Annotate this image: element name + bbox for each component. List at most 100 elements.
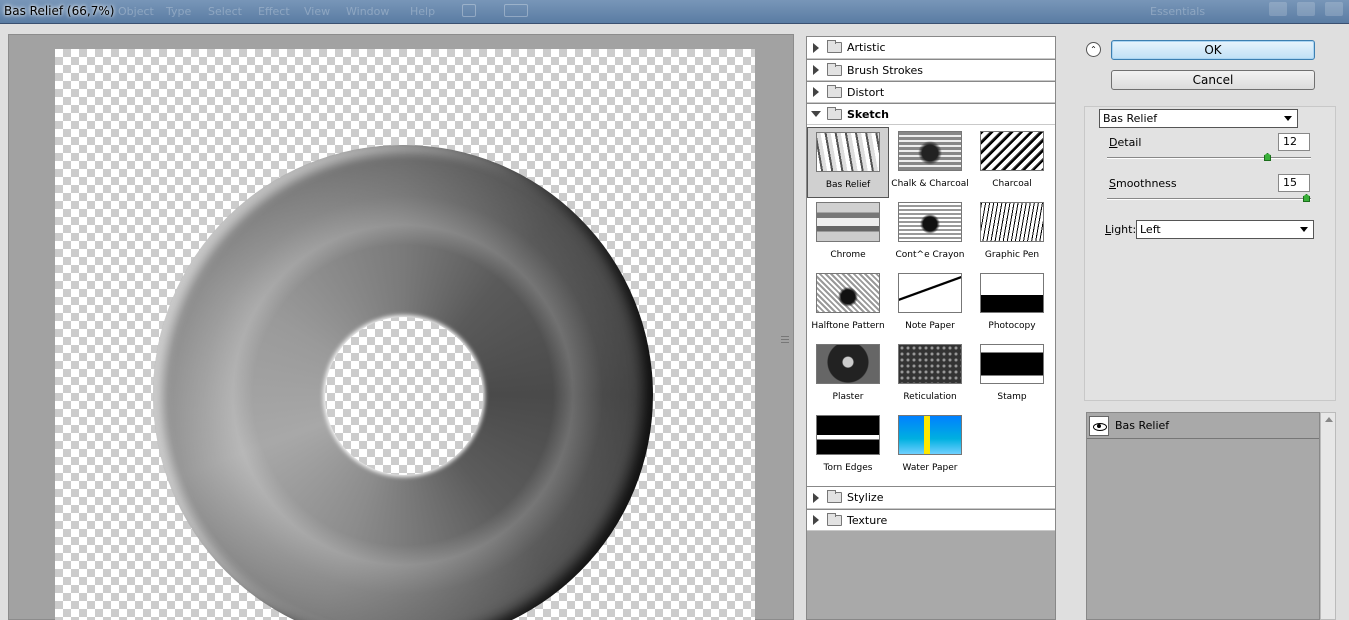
category-label: Distort: [847, 85, 885, 99]
filter-preview-image: [816, 202, 880, 242]
category-brush-strokes[interactable]: Brush Strokes: [807, 59, 1055, 81]
filter-preview-image: [980, 202, 1044, 242]
ghost-menu-item: Window: [346, 5, 390, 18]
layers-scrollbar[interactable]: [1320, 412, 1336, 620]
filter-label: Bas Relief: [825, 180, 871, 190]
category-stylize[interactable]: Stylize: [807, 487, 1055, 509]
ring-hole: [325, 317, 483, 475]
filter-thumb-plaster[interactable]: Plaster: [807, 340, 889, 411]
category-label: Artistic: [847, 41, 886, 54]
ok-button[interactable]: OK: [1111, 40, 1315, 60]
filter-label: Chrome: [830, 250, 866, 260]
filter-settings: Bas Relief Detail 12 Smoothness 15 Light…: [1084, 106, 1336, 401]
effect-layer-row[interactable]: Bas Relief: [1087, 413, 1319, 439]
preview-canvas[interactable]: [55, 49, 755, 620]
category-label: Brush Strokes: [847, 63, 924, 77]
filter-preview-image: [898, 344, 962, 384]
ghost-menu-item: Help: [410, 5, 436, 18]
filter-label: Stamp: [997, 392, 1027, 402]
cancel-button[interactable]: Cancel: [1111, 70, 1315, 90]
ghost-arrange-icon: [504, 4, 528, 17]
filter-gallery-dialog: Artistic Brush Strokes Distort Sketch Ba…: [0, 24, 1349, 620]
filter-label: Reticulation: [903, 392, 957, 402]
ghost-menu-item: Object: [118, 5, 154, 18]
filter-thumb-charcoal[interactable]: Charcoal: [971, 127, 1053, 198]
filter-preview-image: [898, 131, 962, 171]
scroll-up-icon[interactable]: [1325, 417, 1333, 422]
folder-icon: [827, 512, 842, 526]
filter-thumb-chrome[interactable]: Chrome: [807, 198, 889, 269]
category-texture[interactable]: Texture: [807, 509, 1055, 531]
folder-icon: [827, 62, 842, 76]
light-label: Light:: [1105, 223, 1137, 236]
folder-open-icon: [827, 106, 842, 120]
category-label: Sketch: [847, 107, 890, 121]
filter-label: Plaster: [832, 392, 864, 402]
expand-triangle-icon[interactable]: [813, 42, 819, 53]
preview-area[interactable]: [8, 34, 794, 620]
expand-triangle-icon[interactable]: [813, 65, 819, 75]
filter-label: Charcoal: [992, 179, 1032, 189]
category-label: Texture: [847, 513, 888, 527]
detail-label: Detail: [1109, 136, 1142, 149]
smoothness-input[interactable]: 15: [1278, 174, 1310, 192]
smoothness-slider[interactable]: [1107, 194, 1311, 202]
expand-triangle-icon[interactable]: [813, 515, 819, 525]
filter-label: Chalk & Charcoal: [891, 179, 969, 189]
filter-thumb-bas-relief[interactable]: Bas Relief: [807, 127, 889, 198]
panel-splitter-icon[interactable]: [780, 334, 790, 346]
filter-label: Cont^e Crayon: [895, 250, 965, 260]
filter-preview-image: [898, 415, 962, 455]
expand-triangle-icon[interactable]: [813, 87, 819, 97]
filter-preview-image: [980, 344, 1044, 384]
collapse-triangle-icon[interactable]: [811, 111, 821, 117]
filter-label: Water Paper: [902, 463, 958, 473]
eye-visibility-icon[interactable]: [1089, 415, 1109, 436]
smoothness-label: Smoothness: [1109, 177, 1177, 190]
ghost-menu-item: Effect: [258, 5, 290, 18]
effect-layers-panel: Bas Relief: [1086, 412, 1320, 620]
category-sketch[interactable]: Sketch: [807, 103, 1055, 125]
filter-thumb-reticulation[interactable]: Reticulation: [889, 340, 971, 411]
filter-thumb-stamp[interactable]: Stamp: [971, 340, 1053, 411]
folder-icon: [827, 40, 842, 53]
light-select[interactable]: Left: [1136, 220, 1314, 239]
filter-preview-image: [816, 132, 880, 172]
folder-icon: [827, 490, 842, 503]
filter-thumb-chalk-charcoal[interactable]: Chalk & Charcoal: [889, 127, 971, 198]
minimize-icon[interactable]: [1269, 2, 1287, 16]
filter-preview-image: [898, 202, 962, 242]
filter-thumb-water-paper[interactable]: Water Paper: [889, 411, 971, 482]
filter-preview-image: [816, 415, 880, 455]
smoothness-slider-thumb[interactable]: [1303, 194, 1310, 202]
filter-thumb-photocopy[interactable]: Photocopy: [971, 269, 1053, 340]
filter-label: Torn Edges: [823, 463, 873, 473]
category-artistic[interactable]: Artistic: [807, 37, 1055, 59]
filter-category-list: Artistic Brush Strokes Distort Sketch Ba…: [807, 37, 1055, 531]
detail-slider-thumb[interactable]: [1264, 153, 1271, 161]
filter-preview-image: [980, 131, 1044, 171]
category-label: Stylize: [847, 491, 884, 504]
filter-label: Graphic Pen: [984, 250, 1040, 260]
detail-input[interactable]: 12: [1278, 133, 1310, 151]
filter-label: Photocopy: [988, 321, 1036, 331]
detail-slider[interactable]: [1107, 153, 1311, 161]
filter-thumb-halftone-pattern[interactable]: Halftone Pattern: [807, 269, 889, 340]
collapse-gallery-icon[interactable]: ⌃: [1086, 42, 1101, 57]
ghost-workspace: Essentials: [1150, 5, 1206, 18]
filter-thumb-graphic-pen[interactable]: Graphic Pen: [971, 198, 1053, 269]
maximize-icon[interactable]: [1297, 2, 1315, 16]
filter-thumb-note-paper[interactable]: Note Paper: [889, 269, 971, 340]
close-icon[interactable]: [1325, 2, 1343, 16]
sketch-filter-thumbnails: Bas Relief Chalk & Charcoal Charcoal Chr…: [807, 125, 1055, 487]
category-distort[interactable]: Distort: [807, 81, 1055, 103]
ghost-menu-item: View: [304, 5, 331, 18]
window-controls: [1269, 2, 1343, 16]
filter-thumb-conte-crayon[interactable]: Cont^e Crayon: [889, 198, 971, 269]
expand-triangle-icon[interactable]: [813, 492, 819, 503]
filter-preview-image: [816, 273, 880, 313]
filter-preview-image: [980, 273, 1044, 313]
filter-select[interactable]: Bas Relief: [1099, 109, 1298, 128]
filter-thumb-torn-edges[interactable]: Torn Edges: [807, 411, 889, 482]
window-title: Bas Relief (66,7%): [4, 4, 115, 18]
